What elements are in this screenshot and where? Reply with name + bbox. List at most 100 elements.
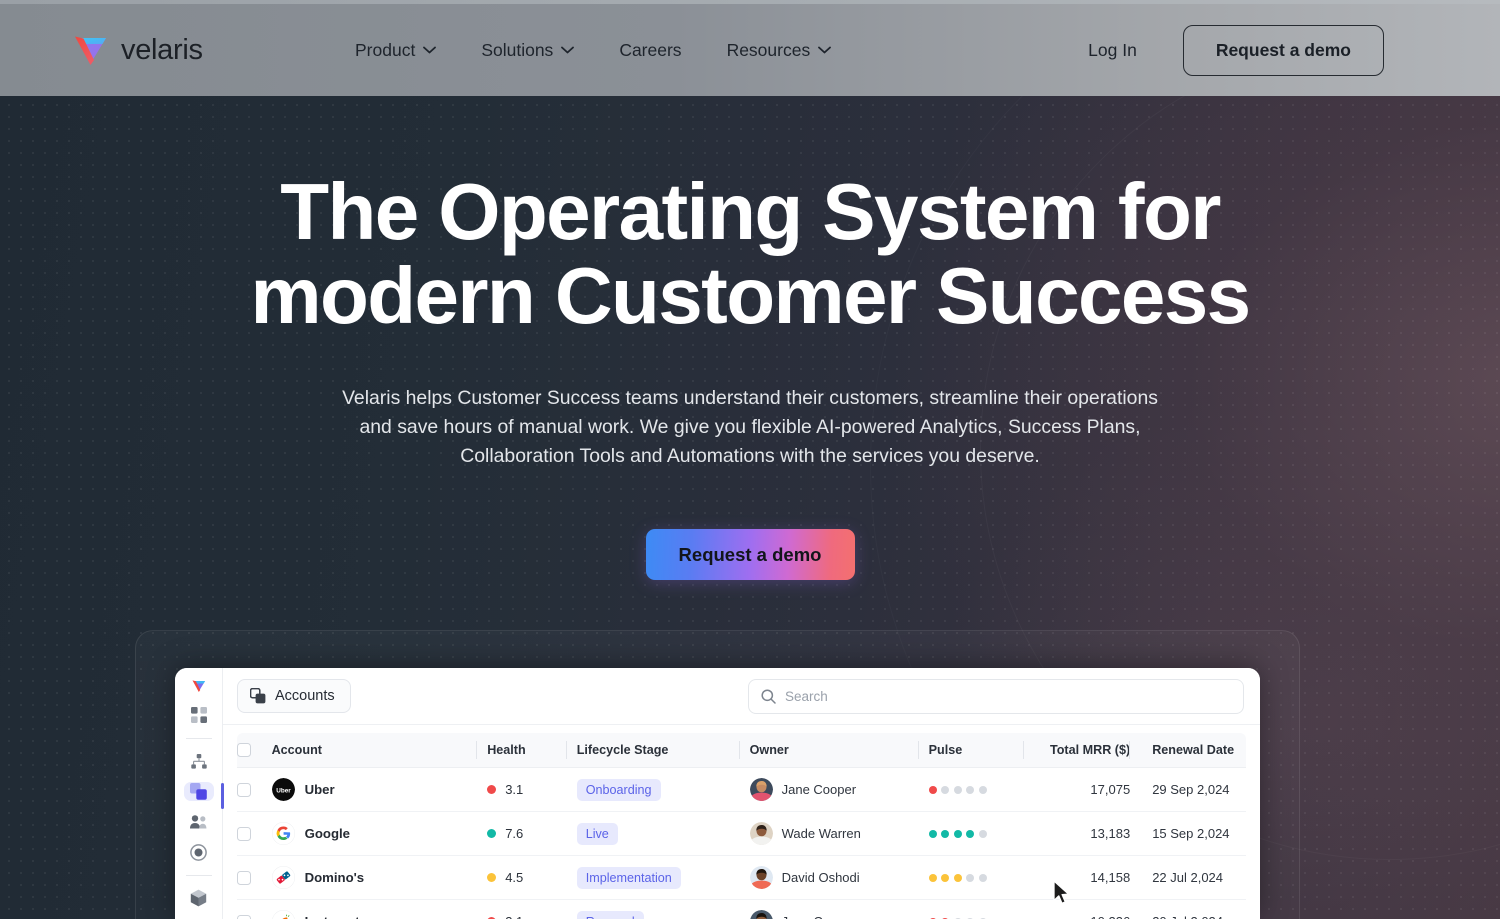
nav-item-careers-label: Careers [619, 39, 682, 60]
row-checkbox[interactable] [237, 870, 251, 885]
mrr-value: 13,183 [1090, 826, 1131, 841]
account-logo [271, 822, 295, 845]
app-main-area: Accounts Search Account Health Lifecycle… [223, 668, 1260, 919]
hero-section: The Operating System for modern Customer… [0, 96, 1500, 580]
avatar-jane-cooper-icon [749, 778, 773, 801]
table-header: Account Health Lifecycle Stage Owner Pul… [237, 733, 1246, 768]
cube-icon [190, 889, 207, 907]
table-row[interactable]: Uber Uber 3.1 Onboarding Jane Cooper 17,075 29… [237, 767, 1246, 812]
avatar [749, 866, 773, 889]
col-renewal-date[interactable]: Renewal Date [1129, 733, 1246, 768]
owner-cell: Jane Cooper [749, 899, 929, 919]
health-status-dot [487, 829, 497, 838]
health-cell: 3.1 [487, 767, 577, 812]
nav-item-careers[interactable]: Careers [619, 40, 681, 61]
status-badge: Onboarding [576, 778, 661, 801]
owner-cell: David Oshodi [749, 855, 929, 900]
nav-item-resources[interactable]: Resources [727, 40, 832, 61]
instacart-logo-icon [271, 910, 295, 919]
status-badge: Renewal [576, 910, 644, 919]
owner-name: David Oshodi [781, 870, 860, 885]
table-row[interactable]: Instacart 3.1 Renewal Jane Cooper 10,236 20 J… [237, 899, 1246, 919]
sidebar-item-people[interactable] [184, 812, 214, 831]
mrr-cell: 14,158 [1034, 855, 1141, 900]
sidebar-velaris-logo-icon[interactable] [188, 679, 210, 693]
google-logo-icon [271, 822, 295, 845]
lifecycle-stage-cell: Live [576, 811, 750, 856]
health-status-dot [487, 873, 497, 882]
sidebar-item-accounts[interactable] [183, 782, 224, 810]
pulse-cell [928, 767, 1035, 812]
row-checkbox[interactable] [237, 914, 251, 919]
renewal-date-cell: 20 Jul 2,024 [1140, 899, 1246, 919]
renewal-date-cell: 15 Sep 2,024 [1140, 811, 1246, 856]
pulse-dot [966, 785, 975, 794]
hierarchy-tree-icon [190, 753, 207, 769]
landing-page: velaris Product Solutions Careers Resour… [0, 0, 1500, 919]
account-logo [271, 866, 295, 889]
row-checkbox[interactable] [237, 826, 251, 841]
owner-name: Jane Cooper [782, 914, 856, 919]
lifecycle-stage-cell: Implementation [576, 855, 750, 900]
brand-name: velaris [121, 33, 203, 66]
login-link[interactable]: Log In [1088, 40, 1137, 61]
request-demo-nav-button[interactable]: Request a demo [1182, 24, 1384, 76]
svg-text:Uber: Uber [276, 787, 291, 794]
avatar [749, 778, 773, 801]
avatar [749, 822, 773, 845]
nav-item-solutions[interactable]: Solutions [481, 40, 575, 61]
pulse-dot [941, 829, 950, 838]
col-owner[interactable]: Owner [738, 733, 929, 768]
col-total-mrr[interactable]: Total MRR ($) [1023, 733, 1141, 768]
renewal-date-value: 20 Jul 2,024 [1152, 914, 1223, 919]
col-pulse[interactable]: Pulse [917, 733, 1035, 768]
lifecycle-stage-cell: Renewal [576, 899, 750, 919]
account-logo [271, 910, 295, 919]
hero-subtitle: Velaris helps Customer Success teams und… [342, 387, 1158, 467]
row-select-cell [237, 811, 272, 856]
pulse-dot [941, 785, 950, 794]
copy-stack-icon [250, 688, 266, 704]
brand-logo[interactable]: velaris [72, 33, 203, 67]
chevron-down-icon [423, 46, 437, 54]
app-screenshot-window: Accounts Search Account Health Lifecycle… [175, 668, 1260, 919]
select-all-checkbox[interactable] [237, 743, 251, 757]
sidebar-item-hierarchy[interactable] [184, 752, 214, 771]
headline-line-1: The Operating System for [280, 167, 1221, 256]
page-title: The Operating System for modern Customer… [0, 170, 1500, 338]
sidebar-item-products[interactable] [184, 889, 214, 908]
table-row[interactable]: Domino's 4.5 Implementation David Oshodi 14,… [237, 855, 1246, 900]
account-cell: Domino's [271, 855, 488, 900]
nav-item-product[interactable]: Product [355, 40, 437, 61]
search-input[interactable]: Search [748, 678, 1244, 714]
pulse-dot [966, 829, 975, 838]
accounts-tab-button[interactable]: Accounts [237, 679, 351, 713]
pulse-dot [978, 873, 987, 882]
pulse-cell [928, 811, 1035, 856]
grid-squares-icon [190, 707, 207, 724]
health-score: 7.6 [505, 826, 524, 841]
search-placeholder: Search [785, 688, 828, 704]
request-demo-hero-button[interactable]: Request a demo [645, 529, 855, 580]
table-header-row: Account Health Lifecycle Stage Owner Pul… [237, 733, 1246, 768]
status-badge: Implementation [576, 866, 681, 889]
sidebar-divider-2 [185, 875, 212, 876]
table-body: Uber Uber 3.1 Onboarding Jane Cooper 17,075 29… [237, 767, 1246, 919]
pulse-dot [928, 785, 937, 794]
pulse-dot [978, 829, 987, 838]
health-score: 3.1 [505, 914, 523, 919]
chevron-down-icon [561, 46, 575, 54]
row-checkbox[interactable] [237, 782, 251, 797]
pulse-dot [928, 829, 937, 838]
health-score: 4.5 [505, 870, 524, 885]
row-select-cell [237, 899, 272, 919]
account-logo: Uber [271, 778, 295, 801]
pulse-cell [928, 855, 1035, 900]
col-lifecycle-stage[interactable]: Lifecycle Stage [565, 733, 750, 768]
table-row[interactable]: Google 7.6 Live Wade Warren 13,183 15 Sep 2,0… [237, 811, 1246, 856]
pulse-dot [941, 873, 950, 882]
sidebar-item-goals[interactable] [184, 843, 214, 862]
col-health[interactable]: Health [476, 733, 577, 768]
col-account[interactable]: Account [271, 733, 488, 768]
sidebar-item-dashboard[interactable] [184, 706, 214, 725]
